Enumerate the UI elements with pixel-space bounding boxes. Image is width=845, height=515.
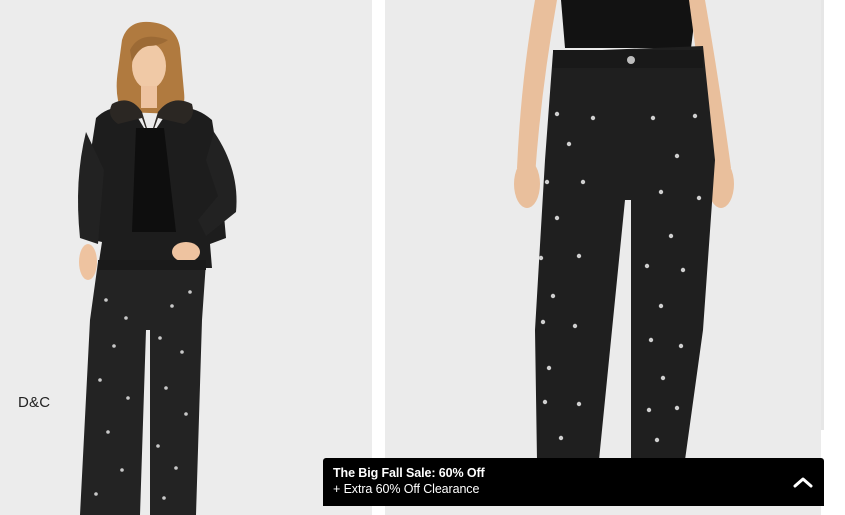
product-image-closeup[interactable] <box>385 0 821 515</box>
chevron-up-icon[interactable] <box>792 472 814 492</box>
page-right-margin <box>821 0 845 515</box>
gallery-gutter <box>372 0 385 515</box>
promo-banner[interactable]: The Big Fall Sale: 60% Off + Extra 60% O… <box>323 458 824 506</box>
model-illustration <box>0 0 372 515</box>
promo-title: The Big Fall Sale: 60% Off <box>333 466 485 480</box>
brand-label: D&C <box>18 394 51 411</box>
jeans-closeup-illustration <box>385 0 821 515</box>
gallery-scrollbar[interactable] <box>821 0 824 430</box>
product-image-full-look[interactable] <box>0 0 372 515</box>
promo-subtitle: + Extra 60% Off Clearance <box>333 482 480 496</box>
